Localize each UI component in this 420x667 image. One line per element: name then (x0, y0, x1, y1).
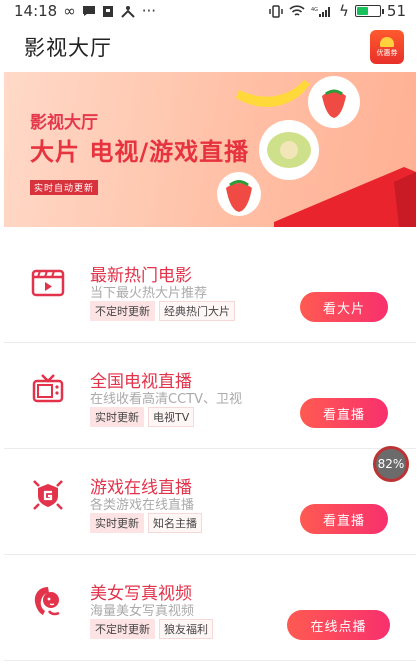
banner-illustration (217, 76, 416, 227)
item-description: 当下最火热大片推荐 (90, 286, 208, 301)
watch-movies-button[interactable]: 看大片 (300, 292, 388, 322)
coupon-button[interactable]: 优惠券 (370, 30, 404, 64)
item-description: 各类游戏在线直播 (90, 498, 195, 513)
tag: 经典热门大片 (159, 301, 235, 321)
banana-icon (236, 80, 310, 107)
watch-game-live-button[interactable]: 看直播 (300, 504, 388, 534)
watch-on-demand-button[interactable]: 在线点播 (287, 610, 390, 640)
item-description: 在线收看高清CCTV、卫视 (90, 392, 242, 407)
promo-banner[interactable]: 影视大厅 大片 电视/游戏直播 实时自动更新 (4, 72, 416, 227)
infinity-icon: ∞ (63, 2, 76, 20)
list-item-game-live[interactable]: 游戏在线直播 各类游戏在线直播 实时更新 知名主播 看直播 (4, 449, 416, 555)
tag: 电视TV (148, 407, 195, 427)
beauty-icon (34, 587, 60, 616)
status-bar: 14:18 ∞ ··· 4G ϟ 51 (0, 0, 420, 22)
list-item-beauty-video[interactable]: 美女写真视频 海量美女写真视频 不定时更新 狼友福利 在线点播 (4, 555, 416, 661)
tv-icon (32, 374, 64, 403)
item-tags: 不定时更新 经典热门大片 (90, 301, 235, 321)
message-icon (82, 5, 96, 17)
battery-fill (356, 7, 369, 15)
item-tags: 不定时更新 狼友福利 (90, 619, 213, 639)
battery-level: 51 (386, 2, 406, 20)
page-title: 影视大厅 (24, 36, 112, 60)
signal-icon: 4G (311, 5, 333, 18)
item-tags: 实时更新 知名主播 (90, 513, 202, 533)
status-time: 14:18 (14, 2, 58, 20)
svg-text:4G: 4G (311, 7, 318, 13)
tag: 不定时更新 (90, 301, 155, 321)
app-header: 影视大厅 优惠券 (0, 22, 420, 72)
item-description: 海量美女写真视频 (90, 604, 195, 619)
tag: 不定时更新 (90, 619, 155, 639)
strawberry-icon (217, 172, 261, 216)
tag: 实时更新 (90, 407, 144, 427)
floating-speed-badge[interactable]: 82% (373, 446, 409, 482)
accessibility-icon (120, 5, 136, 18)
item-tags: 实时更新 电视TV (90, 407, 195, 427)
battery-icon (354, 5, 384, 17)
game-shield-icon (33, 480, 63, 510)
category-list: 最新热门电影 当下最火热大片推荐 不定时更新 经典热门大片 看大片 全国电视直播… (0, 237, 420, 661)
list-item-tv[interactable]: 全国电视直播 在线收看高清CCTV、卫视 实时更新 电视TV 看直播 (4, 343, 416, 449)
tag: 狼友福利 (159, 619, 213, 639)
charging-icon: ϟ (339, 2, 349, 20)
tag: 实时更新 (90, 513, 144, 533)
strawberry-plate-icon (308, 76, 360, 128)
avocado-plate-icon (259, 120, 319, 180)
notification-icon (102, 5, 114, 18)
wifi-icon (289, 4, 305, 18)
film-icon (31, 269, 65, 297)
watch-tv-button[interactable]: 看直播 (300, 398, 388, 428)
tag: 知名主播 (148, 513, 202, 533)
coupon-sun-icon (380, 37, 394, 47)
more-icon: ··· (141, 2, 157, 20)
coupon-label: 优惠券 (376, 49, 398, 57)
vibrate-icon (269, 4, 283, 18)
list-item-movies[interactable]: 最新热门电影 当下最火热大片推荐 不定时更新 经典热门大片 看大片 (4, 237, 416, 343)
